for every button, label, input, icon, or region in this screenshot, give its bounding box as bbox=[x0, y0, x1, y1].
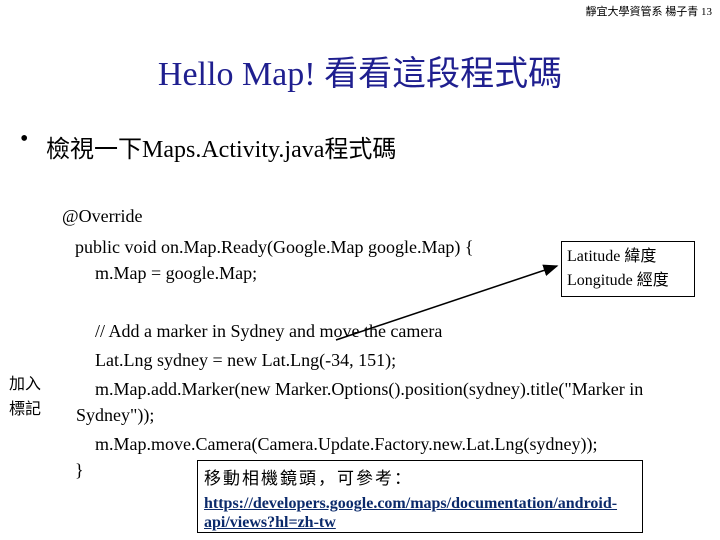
arrow-line bbox=[335, 264, 559, 341]
arrow-to-latlng bbox=[335, 264, 559, 341]
